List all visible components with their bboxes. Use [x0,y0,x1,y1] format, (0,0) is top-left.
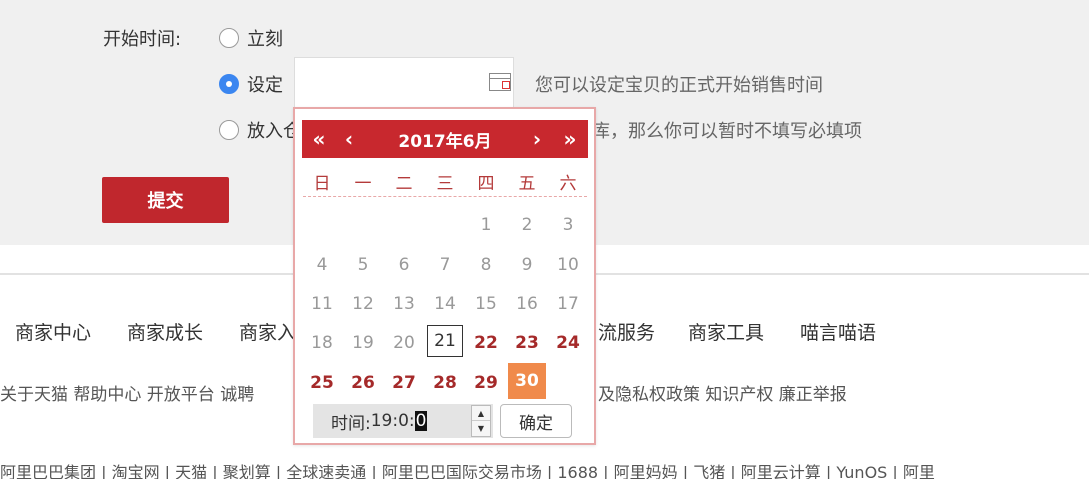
radio-label: 立刻 [247,29,283,50]
radio-icon[interactable] [219,120,239,140]
weekday-mon: 一 [354,174,372,194]
footer-links-right[interactable]: 及隐私权政策 知识产权 廉正举报 [598,380,847,405]
calendar-day: 1 [480,215,492,235]
start-time-label: 开始时间: [103,29,182,50]
set-time-hint: 您可以设定宝贝的正式开始销售时间 [535,75,823,96]
footer-links-left[interactable]: 关于天猫 帮助中心 开放平台 诚聘 [0,380,254,405]
time-label: 时间: [331,413,371,434]
calendar-day: 2 [521,215,533,235]
warehouse-hint: 库，那么你可以暂时不填写必填项 [592,121,862,142]
weekday-wed: 三 [436,174,454,194]
calendar-day: 13 [393,294,415,314]
calendar-day: 6 [398,255,410,275]
radio-icon[interactable] [219,28,239,48]
calendar-popup: « ‹ 2017年6月 › » 日 一 二 三 四 五 六 1 2 3 4 5 … [293,107,596,445]
footer-nav-merchant-growth[interactable]: 商家成长 [127,318,203,345]
calendar-day-today[interactable]: 21 [427,325,463,357]
spin-down-icon[interactable]: ▼ [472,421,490,436]
spin-up-icon[interactable]: ▲ [472,406,490,421]
calendar-day-selected[interactable]: 30 [508,363,546,399]
calendar-day[interactable]: 28 [427,367,463,399]
footer-nav-merchant-tools[interactable]: 商家工具 [688,318,764,345]
calendar-day: 19 [352,333,374,353]
calendar-day: 3 [562,215,574,235]
calendar-day[interactable]: 24 [550,327,586,359]
time-spinner[interactable]: ▲ ▼ [471,405,491,437]
radio-icon[interactable] [219,74,239,94]
calendar-day: 8 [480,255,492,275]
calendar-day: 10 [557,255,579,275]
radio-option-warehouse[interactable]: 放入仓 [219,117,301,143]
calendar-day: 12 [352,294,374,314]
footer-nav-merchant-center[interactable]: 商家中心 [15,318,91,345]
calendar-day[interactable]: 22 [468,327,504,359]
calendar-title: 2017年6月 [398,131,492,152]
radio-option-immediate[interactable]: 立刻 [219,25,283,51]
time-field[interactable]: 时间: 19:0: 0 [313,404,493,438]
weekday-fri: 五 [518,174,536,194]
weekday-sun: 日 [313,174,331,194]
calendar-day: 16 [516,294,538,314]
calendar-day: 18 [311,333,333,353]
footer-nav-logistics[interactable]: 流服务 [598,318,655,345]
radio-label: 设定 [247,75,283,96]
calendar-day: 17 [557,294,579,314]
submit-button[interactable]: 提交 [102,177,229,223]
calendar-day: 5 [357,255,369,275]
confirm-button[interactable]: 确定 [500,404,572,438]
next-year-icon[interactable]: » [555,120,585,158]
next-month-icon[interactable]: › [522,120,552,158]
weekday-thu: 四 [477,174,495,194]
calendar-icon[interactable] [489,73,511,91]
calendar-day: 7 [439,255,451,275]
footer-nav-meow[interactable]: 喵言喵语 [800,318,876,345]
calendar-day[interactable]: 29 [468,367,504,399]
calendar-day: 9 [521,255,533,275]
footer-nav-merchant-join[interactable]: 商家入 [239,318,296,345]
prev-year-icon[interactable]: « [304,120,334,158]
time-value[interactable]: 19:0: [371,411,415,431]
weekday-sat: 六 [559,174,577,194]
date-input[interactable] [294,57,514,107]
calendar-day: 20 [393,333,415,353]
radio-option-set[interactable]: 设定 [219,71,283,97]
calendar-day: 4 [316,255,328,275]
calendar-day[interactable]: 26 [345,367,381,399]
calendar-day[interactable]: 27 [386,367,422,399]
calendar-day: 14 [434,294,456,314]
prev-month-icon[interactable]: ‹ [334,120,364,158]
calendar-day[interactable]: 23 [509,327,545,359]
calendar-day[interactable]: 25 [304,367,340,399]
footer-group-links[interactable]: 阿里巴巴集团 | 淘宝网 | 天猫 | 聚划算 | 全球速卖通 | 阿里巴巴国际… [0,459,935,479]
calendar-day: 11 [311,294,333,314]
calendar-header: « ‹ 2017年6月 › » [302,120,588,158]
calendar-day: 15 [475,294,497,314]
time-cursor-digit[interactable]: 0 [414,411,428,431]
weekday-tue: 二 [395,174,413,194]
weekday-separator [303,196,587,197]
